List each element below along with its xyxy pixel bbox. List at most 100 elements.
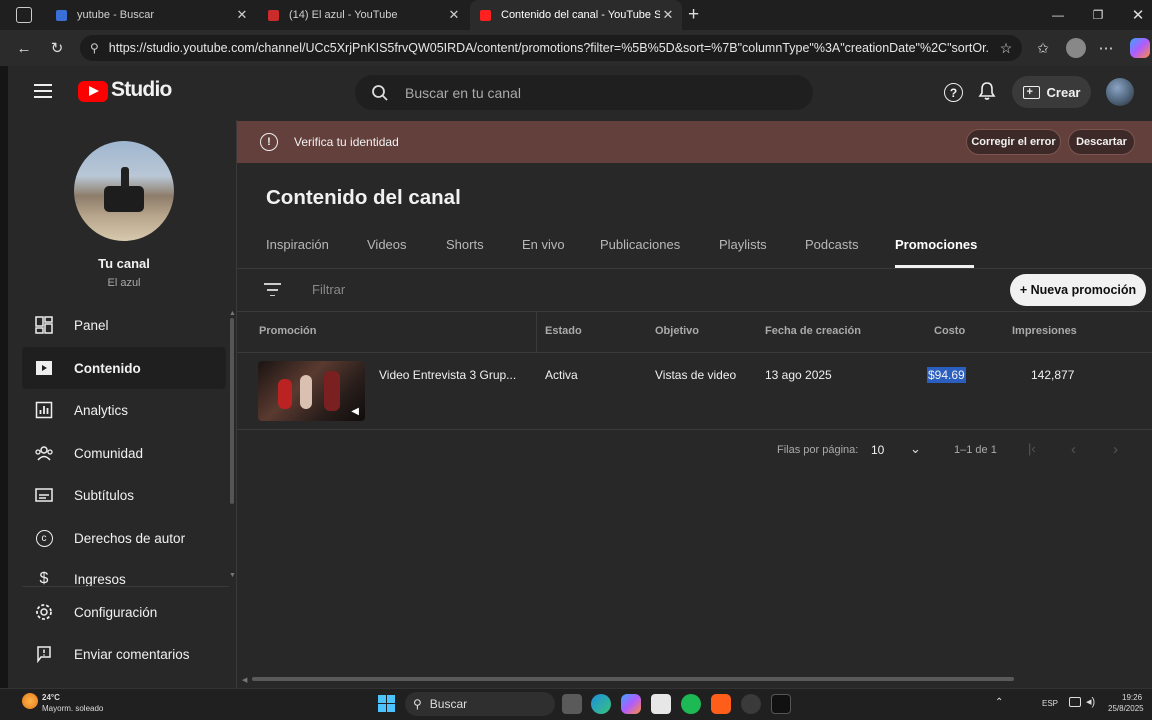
create-button[interactable]: + Crear (1012, 76, 1091, 108)
minimize-icon[interactable]: — (1038, 0, 1078, 30)
youtube-logo-icon[interactable] (78, 81, 108, 102)
fix-error-button[interactable]: Corregir el error (966, 129, 1061, 155)
tab-podcasts[interactable]: Podcasts (805, 237, 858, 252)
network-icon[interactable] (1069, 697, 1081, 707)
rows-per-page-label: Filas por página: (777, 444, 859, 456)
spotify-icon[interactable] (681, 694, 701, 714)
tab-posts[interactable]: Publicaciones (600, 237, 680, 252)
browser-tab-2[interactable]: (14) El azul - YouTube ✕ (258, 0, 468, 30)
back-icon[interactable]: ← (12, 36, 36, 60)
column-header-goal[interactable]: Objetivo (655, 325, 699, 337)
channel-avatar[interactable] (74, 141, 174, 241)
clock-date[interactable]: 25/8/2025 (1108, 704, 1144, 713)
task-view-icon[interactable] (562, 694, 582, 714)
copilot-taskbar-icon[interactable] (621, 694, 641, 714)
table-row[interactable] (237, 353, 1152, 429)
video-thumbnail[interactable]: ◀ (258, 361, 365, 421)
previous-page-icon[interactable]: ‹ (1071, 441, 1076, 458)
sidebar-item-panel[interactable]: Panel (22, 304, 226, 346)
studio-logo-text: Studio (111, 78, 172, 101)
weather-temp[interactable]: 24°C (42, 693, 60, 702)
promotion-title[interactable]: Video Entrevista 3 Grup... (379, 368, 519, 382)
rows-per-page-select[interactable]: 10 (871, 443, 884, 457)
scroll-down-icon[interactable]: ▼ (229, 572, 236, 579)
more-options-icon[interactable]: ⋯ (1094, 36, 1118, 60)
channel-search-input[interactable]: Buscar en tu canal (355, 75, 813, 110)
content-icon (34, 359, 54, 377)
tab-playlists[interactable]: Playlists (719, 237, 767, 252)
close-tab-icon[interactable]: ✕ (446, 7, 462, 23)
copilot-icon[interactable] (1130, 38, 1150, 58)
sidebar-item-subtitles[interactable]: Subtítulos (22, 474, 226, 516)
new-tab-button[interactable]: + (688, 4, 699, 26)
account-avatar[interactable] (1106, 78, 1134, 106)
new-promotion-button[interactable]: + Nueva promoción (1010, 274, 1146, 306)
edge-browser-icon[interactable] (591, 694, 611, 714)
youtube-studio-favicon-icon (480, 9, 491, 21)
store-icon[interactable] (651, 694, 671, 714)
channel-handle: El azul (107, 277, 141, 289)
copyright-icon: c (34, 529, 54, 547)
video-add-icon: + (1022, 85, 1040, 99)
sidebar-item-earn[interactable]: $ Ingresos (22, 566, 226, 586)
restore-icon[interactable]: ❐ (1078, 0, 1118, 30)
favorites-icon[interactable]: ✩ (1031, 36, 1055, 60)
clock-time[interactable]: 19:26 (1122, 693, 1142, 702)
horizontal-scrollbar[interactable] (252, 677, 1014, 681)
sidebar-item-settings[interactable]: Configuración (22, 591, 226, 633)
help-icon[interactable]: ? (944, 83, 963, 102)
filter-icon[interactable] (264, 283, 281, 297)
next-page-icon[interactable]: › (1113, 441, 1118, 458)
menu-icon[interactable] (34, 84, 52, 98)
reload-icon[interactable]: ↻ (45, 36, 69, 60)
column-divider (536, 312, 537, 352)
scroll-up-icon[interactable]: ▲ (229, 310, 236, 317)
sidebar-item-analytics[interactable]: Analytics (22, 389, 226, 431)
sidebar-item-copyright[interactable]: c Derechos de autor (22, 517, 226, 559)
sidebar-scrollbar[interactable] (230, 318, 234, 504)
notifications-bell-icon[interactable] (978, 81, 996, 101)
search-icon: ⚲ (413, 697, 422, 711)
address-bar[interactable]: ⚲ https://studio.youtube.com/channel/UCc… (80, 35, 1022, 61)
column-header-promotion[interactable]: Promoción (259, 325, 316, 337)
weather-text[interactable]: Mayorm. soleado (42, 704, 103, 713)
youtube-favicon-icon (268, 9, 279, 21)
column-header-status[interactable]: Estado (545, 325, 582, 337)
profile-avatar-icon[interactable] (1066, 38, 1086, 58)
column-header-cost[interactable]: Costo (934, 325, 965, 337)
tab-inspiration[interactable]: Inspiración (266, 237, 329, 252)
tab-promotions[interactable]: Promociones (895, 237, 977, 252)
windows-start-icon[interactable] (378, 695, 395, 712)
app-orange-icon[interactable] (711, 694, 731, 714)
tab-live[interactable]: En vivo (522, 237, 565, 252)
tab-actions-icon[interactable] (16, 7, 32, 23)
first-page-icon[interactable]: |‹ (1028, 441, 1036, 456)
close-tab-icon[interactable]: ✕ (660, 7, 676, 23)
sidebar-item-content[interactable]: Contenido (22, 347, 226, 389)
chevron-down-icon[interactable]: ⌄ (910, 441, 921, 457)
browser-tab-3[interactable]: Contenido del canal - YouTube St ✕ (470, 0, 682, 30)
tab-shorts[interactable]: Shorts (446, 237, 484, 252)
scroll-left-icon[interactable]: ◀ (242, 676, 247, 684)
column-header-impressions[interactable]: Impresiones (1012, 325, 1077, 337)
language-indicator[interactable]: ESP (1042, 699, 1058, 708)
close-window-icon[interactable]: ✕ (1118, 0, 1152, 30)
browser-tab-1[interactable]: yutube - Buscar ✕ (46, 0, 256, 30)
column-header-created[interactable]: Fecha de creación (765, 325, 861, 337)
site-info-icon[interactable]: ⚲ (90, 41, 99, 55)
epic-games-icon[interactable] (771, 694, 791, 714)
close-tab-icon[interactable]: ✕ (234, 7, 250, 23)
chatgpt-icon[interactable] (741, 694, 761, 714)
dismiss-button[interactable]: Descartar (1068, 129, 1135, 155)
taskbar-search[interactable]: ⚲ Buscar (405, 692, 555, 716)
tab-videos[interactable]: Videos (367, 237, 407, 252)
weather-sun-icon[interactable] (22, 693, 38, 709)
favorite-star-icon[interactable]: ☆ (994, 36, 1018, 60)
dashboard-icon (34, 316, 54, 334)
volume-icon[interactable]: ◂) (1086, 695, 1095, 708)
sidebar-item-community[interactable]: Comunidad (22, 432, 226, 474)
chevron-up-icon[interactable]: ⌃ (995, 697, 1003, 708)
filter-input[interactable]: Filtrar (312, 282, 345, 297)
community-icon (34, 444, 54, 462)
sidebar-item-feedback[interactable]: Enviar comentarios (22, 633, 226, 675)
